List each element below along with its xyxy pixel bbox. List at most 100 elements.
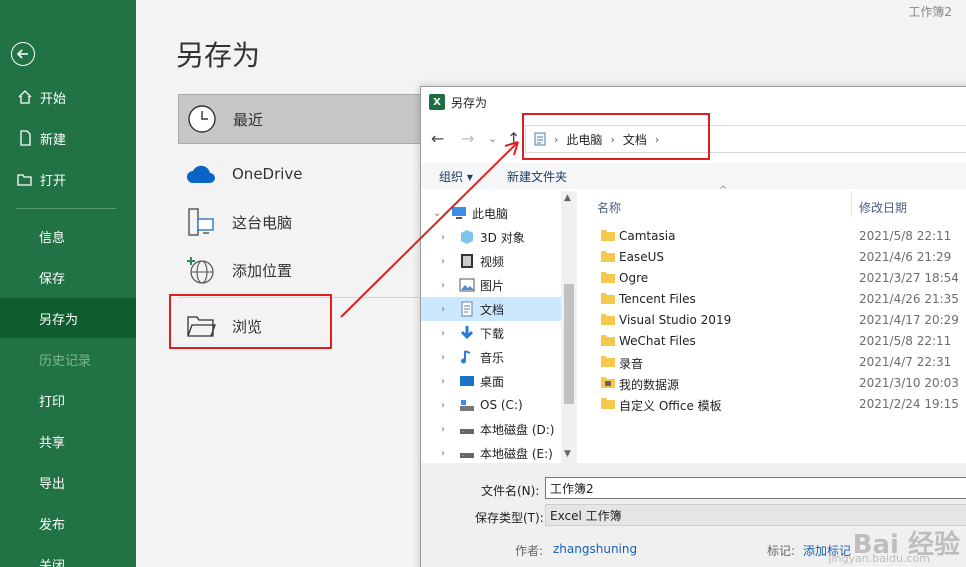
- watermark-url: jingyan.baidu.com: [828, 552, 930, 565]
- recent-dropdown-icon[interactable]: ⌄: [488, 132, 497, 145]
- chevron-down-icon[interactable]: ⌄: [433, 208, 447, 219]
- tree-item-music[interactable]: › 音乐: [421, 345, 561, 369]
- chevron-right-icon[interactable]: ›: [441, 424, 455, 435]
- filetype-label: 保存类型(T):: [475, 511, 544, 525]
- highlight-browse: [169, 294, 332, 349]
- dialog-title: 另存为: [451, 95, 488, 110]
- folder-icon: [601, 250, 615, 262]
- tree-item-documents[interactable]: › 文档: [421, 297, 561, 321]
- chevron-right-icon[interactable]: ›: [441, 232, 455, 243]
- globe-add-icon: [184, 253, 218, 287]
- nav-item-export[interactable]: 导出: [0, 462, 136, 502]
- nav-item-home[interactable]: 开始: [0, 77, 136, 117]
- file-name: Tencent Files: [619, 292, 696, 306]
- cube-icon: [459, 229, 475, 245]
- chevron-right-icon[interactable]: ›: [441, 304, 455, 315]
- pc-icon: [184, 205, 218, 239]
- organize-button[interactable]: 组织 ▾: [439, 168, 473, 185]
- scrollbar-thumb[interactable]: [564, 284, 574, 404]
- file-row[interactable]: Visual Studio 2019 2021/4/17 20:29: [579, 310, 966, 331]
- back-icon[interactable]: ←: [431, 129, 444, 148]
- scroll-up-icon[interactable]: ▲: [564, 193, 571, 203]
- nav-item-new[interactable]: 新建: [0, 118, 136, 158]
- nav-item-publish[interactable]: 发布: [0, 503, 136, 543]
- chevron-right-icon[interactable]: ›: [441, 328, 455, 339]
- file-row[interactable]: Camtasia 2021/5/8 22:11: [579, 226, 966, 247]
- chevron-right-icon[interactable]: ›: [441, 256, 455, 267]
- file-row[interactable]: 录音 2021/4/7 22:31: [579, 352, 966, 373]
- chevron-right-icon[interactable]: ›: [441, 400, 455, 411]
- nav-item-save[interactable]: 保存: [0, 257, 136, 297]
- column-divider[interactable]: [851, 191, 852, 217]
- filetype-select[interactable]: Excel 工作簿: [545, 504, 966, 526]
- file-name: 自定义 Office 模板: [619, 399, 722, 413]
- file-date: 2021/5/8 22:11: [859, 334, 952, 348]
- nav-item-label: 另存为: [39, 312, 79, 328]
- folder-icon: [601, 292, 615, 304]
- file-name: 录音: [619, 357, 644, 371]
- file-row[interactable]: WeChat Files 2021/5/8 22:11: [579, 331, 966, 352]
- tree-item-downloads[interactable]: › 下载: [421, 321, 561, 345]
- column-modified[interactable]: 修改日期: [859, 199, 907, 216]
- file-row[interactable]: 我的数据源 2021/3/10 20:03: [579, 373, 966, 394]
- tree-scrollbar[interactable]: ▲ ▼: [561, 191, 577, 463]
- nav-item-label: 开始: [40, 91, 67, 107]
- back-arrow-icon[interactable]: [11, 42, 35, 66]
- tree-item-drive-c[interactable]: › OS (C:): [421, 393, 561, 417]
- tree-item-3d-objects[interactable]: › 3D 对象: [421, 225, 561, 249]
- tree-item-label: 视频: [480, 254, 505, 269]
- page-title: 另存为: [176, 39, 261, 72]
- computer-icon: [451, 205, 467, 221]
- tree-item-label: 桌面: [480, 374, 505, 389]
- clock-icon: [185, 102, 219, 136]
- location-label: 最近: [233, 110, 264, 129]
- file-row[interactable]: Tencent Files 2021/4/26 21:35: [579, 289, 966, 310]
- scroll-down-icon[interactable]: ▼: [564, 449, 571, 459]
- file-row[interactable]: EaseUS 2021/4/6 21:29: [579, 247, 966, 268]
- sort-up-icon: ^: [719, 185, 728, 196]
- file-date: 2021/3/10 20:03: [859, 376, 959, 390]
- tree-item-label: 音乐: [480, 350, 505, 365]
- nav-item-share[interactable]: 共享: [0, 421, 136, 461]
- up-icon[interactable]: ↑: [507, 129, 520, 148]
- chevron-right-icon[interactable]: ›: [441, 280, 455, 291]
- tree-item-drive-e[interactable]: › 本地磁盘 (E:): [421, 441, 561, 465]
- home-icon: [17, 89, 33, 105]
- chevron-right-icon[interactable]: ›: [441, 448, 455, 459]
- new-file-icon: [17, 130, 33, 146]
- tree-item-drive-d[interactable]: › 本地磁盘 (D:): [421, 417, 561, 441]
- picture-icon: [459, 277, 475, 293]
- file-list-header: 名称 ^ 修改日期: [579, 185, 966, 221]
- file-row[interactable]: 自定义 Office 模板 2021/2/24 19:15: [579, 394, 966, 415]
- nav-item-label: 关闭: [39, 558, 66, 567]
- file-date: 2021/4/6 21:29: [859, 250, 952, 264]
- file-name: Ogre: [619, 271, 649, 285]
- nav-item-save-as[interactable]: 另存为: [0, 298, 136, 338]
- nav-item-close[interactable]: 关闭: [0, 544, 136, 567]
- chevron-right-icon[interactable]: ›: [441, 376, 455, 387]
- nav-item-info[interactable]: 信息: [0, 216, 136, 256]
- tree-item-label: 本地磁盘 (D:): [480, 422, 555, 437]
- column-name[interactable]: 名称: [597, 199, 621, 216]
- tree-item-desktop[interactable]: › 桌面: [421, 369, 561, 393]
- tree-item-label: 本地磁盘 (E:): [480, 446, 553, 461]
- nav-item-open[interactable]: 打开: [0, 159, 136, 199]
- new-folder-button[interactable]: 新建文件夹: [507, 168, 567, 185]
- nav-item-print[interactable]: 打印: [0, 380, 136, 420]
- file-date: 2021/4/17 20:29: [859, 313, 959, 327]
- tree-item-this-pc[interactable]: ⌄ 此电脑: [421, 201, 561, 225]
- folder-icon: [601, 229, 615, 241]
- author-value[interactable]: zhangshuning: [553, 542, 637, 556]
- tree-item-videos[interactable]: › 视频: [421, 249, 561, 273]
- filename-input[interactable]: 工作簿2: [545, 477, 966, 499]
- location-label: 添加位置: [232, 261, 293, 280]
- file-name: Camtasia: [619, 229, 676, 243]
- nav-divider: [16, 208, 116, 209]
- nav-item-label: 发布: [39, 517, 66, 533]
- nav-item-label: 共享: [39, 435, 66, 451]
- drive-icon: [459, 445, 475, 461]
- file-row[interactable]: Ogre 2021/3/27 18:54: [579, 268, 966, 289]
- forward-icon[interactable]: →: [461, 129, 474, 148]
- tree-item-pictures[interactable]: › 图片: [421, 273, 561, 297]
- chevron-right-icon[interactable]: ›: [441, 352, 455, 363]
